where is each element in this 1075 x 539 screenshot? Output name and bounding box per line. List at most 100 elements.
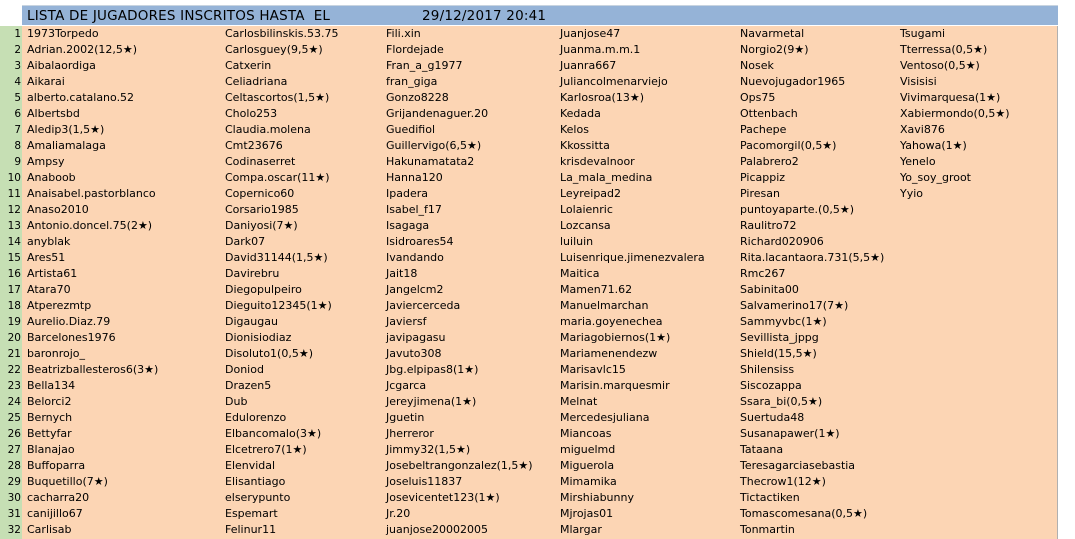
player-cell[interactable]: Nosek [740,58,884,74]
player-cell[interactable]: maria.goyenechea [560,314,705,330]
player-cell[interactable]: Tonmartin [740,522,884,538]
player-cell[interactable]: David31144(1,5★) [225,250,338,266]
player-cell[interactable]: Ventoso(0,5★) [900,58,1009,74]
row-number[interactable]: 27 [0,442,22,458]
player-cell[interactable]: Catxerin [225,58,338,74]
player-cell[interactable]: Elisantiago [225,474,338,490]
player-cell[interactable]: Kkossitta [560,138,705,154]
player-cell[interactable]: Juliancolmenarviejo [560,74,705,90]
player-cell[interactable]: Teresagarciasebastia [740,458,884,474]
player-cell[interactable]: Kelos [560,122,705,138]
player-cell[interactable]: Nuevojugador1965 [740,74,884,90]
player-cell[interactable]: Luisenrique.jimenezvalera [560,250,705,266]
row-number[interactable]: 14 [0,234,22,250]
row-number[interactable]: 10 [0,170,22,186]
player-cell[interactable]: Visisisi [900,74,1009,90]
player-cell[interactable]: Lolaienric [560,202,705,218]
row-number[interactable]: 18 [0,298,22,314]
row-number[interactable]: 31 [0,506,22,522]
player-cell[interactable]: Felinur11 [225,522,338,538]
player-cell[interactable]: Buffoparra [27,458,158,474]
player-cell[interactable]: Hakunamatata2 [386,154,533,170]
player-cell[interactable]: Blanajao [27,442,158,458]
row-number[interactable]: 21 [0,346,22,362]
player-cell[interactable]: Tterressa(0,5★) [900,42,1009,58]
player-cell[interactable]: fran_giga [386,74,533,90]
player-cell[interactable]: Salvamerino17(7★) [740,298,884,314]
player-cell[interactable]: Fran_a_g1977 [386,58,533,74]
player-cell[interactable]: Fili.xin [386,26,533,42]
player-cell[interactable]: canijillo67 [27,506,158,522]
player-cell[interactable]: Anaboob [27,170,158,186]
player-cell[interactable]: Pachepe [740,122,884,138]
player-cell[interactable]: Mamen71.62 [560,282,705,298]
player-cell[interactable]: alberto.catalano.52 [27,90,158,106]
row-number[interactable]: 7 [0,122,22,138]
player-cell[interactable]: Siscozappa [740,378,884,394]
row-number[interactable]: 13 [0,218,22,234]
player-cell[interactable]: Belorci2 [27,394,158,410]
player-cell[interactable]: Gonzo8228 [386,90,533,106]
player-cell[interactable]: Diegopulpeiro [225,282,338,298]
player-cell[interactable]: Aibalaordiga [27,58,158,74]
player-cell[interactable]: Sammyvbc(1★) [740,314,884,330]
row-number[interactable]: 9 [0,154,22,170]
player-cell[interactable]: Celtascortos(1,5★) [225,90,338,106]
player-cell[interactable]: Buquetillo(7★) [27,474,158,490]
row-number[interactable]: 12 [0,202,22,218]
player-cell[interactable]: luiluin [560,234,705,250]
player-cell[interactable]: Carlisab [27,522,158,538]
player-cell[interactable]: La_mala_medina [560,170,705,186]
player-cell[interactable]: Ares51 [27,250,158,266]
player-cell[interactable]: Aikarai [27,74,158,90]
player-cell[interactable]: Anaisabel.pastorblanco [27,186,158,202]
player-cell[interactable]: Juanjose47 [560,26,705,42]
player-cell[interactable]: Miancoas [560,426,705,442]
player-cell[interactable]: Antonio.doncel.75(2★) [27,218,158,234]
player-cell[interactable]: Shield(15,5★) [740,346,884,362]
row-number[interactable]: 4 [0,74,22,90]
player-cell[interactable]: Ssara_bi(0,5★) [740,394,884,410]
player-cell[interactable]: Amaliamalaga [27,138,158,154]
player-cell[interactable]: Shilensiss [740,362,884,378]
player-cell[interactable]: Richard020906 [740,234,884,250]
row-number[interactable]: 30 [0,490,22,506]
row-number[interactable]: 8 [0,138,22,154]
row-number[interactable]: 16 [0,266,22,282]
player-cell[interactable]: javipagasu [386,330,533,346]
player-cell[interactable]: Maitica [560,266,705,282]
player-cell[interactable]: Elbancomalo(3★) [225,426,338,442]
row-number[interactable]: 28 [0,458,22,474]
row-number[interactable]: 3 [0,58,22,74]
player-cell[interactable]: Piresan [740,186,884,202]
player-cell[interactable]: Jangelcm2 [386,282,533,298]
player-cell[interactable]: Josebeltrangonzalez(1,5★) [386,458,533,474]
player-cell[interactable]: Thecrow1(12★) [740,474,884,490]
player-cell[interactable]: Corsario1985 [225,202,338,218]
row-number[interactable]: 6 [0,106,22,122]
player-cell[interactable]: Pacomorgil(0,5★) [740,138,884,154]
row-number[interactable]: 22 [0,362,22,378]
player-cell[interactable]: Navarmetal [740,26,884,42]
player-cell[interactable]: Guedifiol [386,122,533,138]
player-cell[interactable]: Jbg.elpipas8(1★) [386,362,533,378]
player-cell[interactable]: puntoyaparte.(0,5★) [740,202,884,218]
player-cell[interactable]: Codinaserret [225,154,338,170]
player-cell[interactable]: Daniyosi(7★) [225,218,338,234]
player-cell[interactable]: Tictactiken [740,490,884,506]
player-cell[interactable]: Hanna120 [386,170,533,186]
player-cell[interactable]: Susanapawer(1★) [740,426,884,442]
player-cell[interactable]: Atperezmtp [27,298,158,314]
row-number[interactable]: 19 [0,314,22,330]
row-number[interactable]: 15 [0,250,22,266]
player-cell[interactable]: krisdevalnoor [560,154,705,170]
player-cell[interactable]: Mariagobiernos(1★) [560,330,705,346]
player-cell[interactable]: Carlosguey(9,5★) [225,42,338,58]
player-cell[interactable]: cacharra20 [27,490,158,506]
player-cell[interactable]: elserypunto [225,490,338,506]
row-number[interactable]: 2 [0,42,22,58]
player-cell[interactable]: Joseluis11837 [386,474,533,490]
player-cell[interactable]: Picappiz [740,170,884,186]
player-cell[interactable]: Dieguito12345(1★) [225,298,338,314]
row-number[interactable]: 26 [0,426,22,442]
